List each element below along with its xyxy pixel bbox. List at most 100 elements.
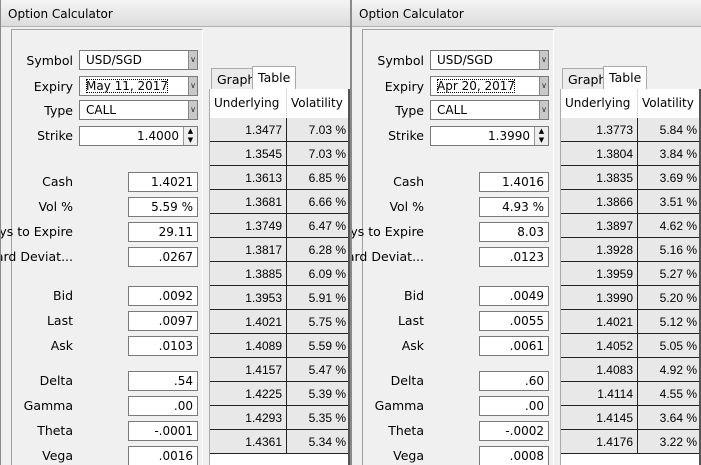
table-cell-underlying: 1.3804 [561,142,638,166]
window-title: Option Calculator [352,0,701,27]
last-field[interactable]: .0055 [479,311,549,331]
last-label: Last [46,313,73,328]
symbol-value: USD/SGD [437,53,493,67]
table-cell-underlying: 1.3990 [561,286,638,310]
column-header-underlying[interactable]: Underlying [561,89,635,117]
theta-field[interactable]: -.0002 [479,421,549,441]
theta-label: Theta [37,423,73,438]
table-cell-volatility: 6.47 % [287,214,350,238]
table-cell-underlying: 1.3477 [210,118,287,142]
table-cell-volatility: 7.03 % [287,142,350,166]
expiry-label: Expiry [384,79,424,94]
cash-field[interactable]: 1.4021 [128,172,198,192]
bid-field[interactable]: .0092 [128,286,198,306]
table-cell-volatility: 3.51 % [638,190,701,214]
chevron-down-icon[interactable]: ∨ [539,101,548,119]
delta-label: Delta [390,373,424,388]
vega-label: Vega [393,448,424,463]
symbol-dropdown[interactable]: USD/SGD ∨ [79,50,198,70]
std-field[interactable]: .0267 [128,247,198,267]
days-field[interactable]: 8.03 [479,222,549,242]
table-cell-volatility: 6.09 % [287,262,350,286]
volatility-table: Underlying Volatility 1.3477 7.03 % 1.3545 7.… [209,89,350,465]
table-cell-volatility: 5.47 % [287,358,350,382]
table-cell-volatility: 5.75 % [287,310,350,334]
strike-label: Strike [37,128,73,143]
table-cell-volatility: 6.85 % [287,166,350,190]
vega-field[interactable]: .0008 [479,446,549,465]
table-cell-volatility: 5.39 % [287,382,350,406]
ask-field[interactable]: .0061 [479,336,549,356]
bid-label: Bid [53,288,73,303]
table-cell-underlying: 1.3681 [210,190,287,214]
delta-field[interactable]: .60 [479,371,549,391]
strike-spinner[interactable]: 1.4000 ▲ ▼ [79,126,198,146]
table-cell-underlying: 1.3959 [561,262,638,286]
days-field[interactable]: 29.11 [128,222,198,242]
theta-field[interactable]: -.0001 [128,421,198,441]
spinner-arrows-icon[interactable]: ▲ ▼ [183,127,197,145]
vol-field[interactable]: 4.93 % [479,197,549,217]
tab-table[interactable]: Table [603,66,648,90]
table-cell-volatility: 5.27 % [638,262,701,286]
vega-field[interactable]: .0016 [128,446,198,465]
symbol-dropdown[interactable]: USD/SGD ∨ [430,50,549,70]
column-header-volatility[interactable]: Volatility [637,89,701,117]
table-cell-underlying: 1.3866 [561,190,638,214]
table-cell-volatility: 6.28 % [287,238,350,262]
chevron-down-icon[interactable]: ∨ [188,51,197,69]
table-cell-volatility: 3.84 % [638,142,701,166]
table-cell-underlying: 1.4157 [210,358,287,382]
days-label: Days to Expire [351,224,424,239]
table-cell-underlying: 1.4089 [210,334,287,358]
table-cell-volatility: 3.69 % [638,166,701,190]
table-cell-underlying: 1.3885 [210,262,287,286]
bid-label: Bid [404,288,424,303]
vol-field[interactable]: 5.59 % [128,197,198,217]
strike-value: 1.3990 [488,129,530,143]
type-dropdown[interactable]: CALL ∨ [430,100,549,120]
bid-field[interactable]: .0049 [479,286,549,306]
expiry-dropdown[interactable]: May 11, 2017 ∨ [79,76,198,96]
table-cell-underlying: 1.3897 [561,214,638,238]
expiry-label: Expiry [33,79,73,94]
last-field[interactable]: .0097 [128,311,198,331]
type-dropdown[interactable]: CALL ∨ [79,100,198,120]
table-cell-underlying: 1.4083 [561,358,638,382]
chevron-down-icon[interactable]: ∨ [188,77,197,95]
option-calculator-window: Option Calculator Symbol USD/SGD ∨ Expiry May… [0,0,351,465]
tab-table[interactable]: Table [252,66,297,90]
table-cell-underlying: 1.4176 [561,430,638,454]
type-value: CALL [437,103,467,117]
table-cell-underlying: 1.4145 [561,406,638,430]
table-cell-volatility: 5.05 % [638,334,701,358]
spinner-arrows-icon[interactable]: ▲ ▼ [534,127,548,145]
table-scrollbar[interactable] [348,89,350,465]
table-cell-underlying: 1.3835 [561,166,638,190]
ask-field[interactable]: .0103 [128,336,198,356]
table-cell-volatility: 4.55 % [638,382,701,406]
gamma-field[interactable]: .00 [479,396,549,416]
cash-field[interactable]: 1.4016 [479,172,549,192]
std-field[interactable]: .0123 [479,247,549,267]
column-header-underlying[interactable]: Underlying [210,89,284,117]
delta-field[interactable]: .54 [128,371,198,391]
table-cell-volatility: 3.22 % [638,430,701,454]
table-cell-volatility: 5.16 % [638,238,701,262]
table-cell-volatility: 5.84 % [638,118,701,142]
ask-label: Ask [50,338,73,353]
strike-spinner[interactable]: 1.3990 ▲ ▼ [430,126,549,146]
chevron-down-icon[interactable]: ∨ [539,77,548,95]
column-header-volatility[interactable]: Volatility [286,89,350,117]
last-label: Last [397,313,424,328]
table-cell-volatility: 4.92 % [638,358,701,382]
ask-label: Ask [401,338,424,353]
gamma-label: Gamma [23,398,73,413]
chevron-down-icon[interactable]: ∨ [188,101,197,119]
expiry-dropdown[interactable]: Apr 20, 2017 ∨ [430,76,549,96]
table-cell-volatility: 5.91 % [287,286,350,310]
gamma-field[interactable]: .00 [128,396,198,416]
table-cell-underlying: 1.3928 [561,238,638,262]
strike-label: Strike [388,128,424,143]
chevron-down-icon[interactable]: ∨ [539,51,548,69]
